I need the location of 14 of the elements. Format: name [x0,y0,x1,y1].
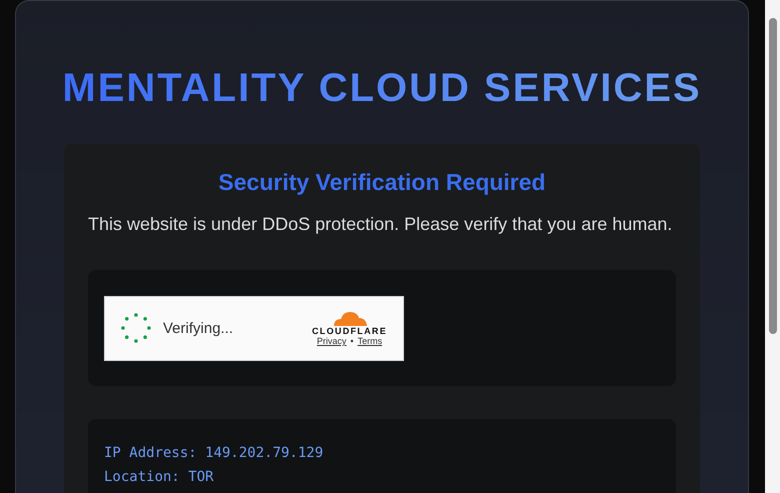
protection-message: This website is under DDoS protection. Please verify that you are human. [88,213,674,236]
privacy-link[interactable]: Privacy [316,336,346,346]
link-separator: • [350,336,354,346]
info-line: IP Address: 149.202.79.129 [104,444,324,463]
scrollbar[interactable] [765,0,780,493]
terms-link[interactable]: Terms [358,336,382,346]
brand-name: CLOUDFLARE [312,326,387,336]
verification-widget[interactable]: Verifying... CLOUDFLARE Privacy • Terms [104,296,404,360]
card-heading: Security Verification Required [217,168,547,196]
scrollbar-thumb[interactable] [769,18,777,334]
spinner-icon [121,313,151,343]
info-line: Location: TOR [104,468,215,487]
verifying-status: Verifying... [163,320,234,336]
cloud-logo-icon [332,310,368,326]
